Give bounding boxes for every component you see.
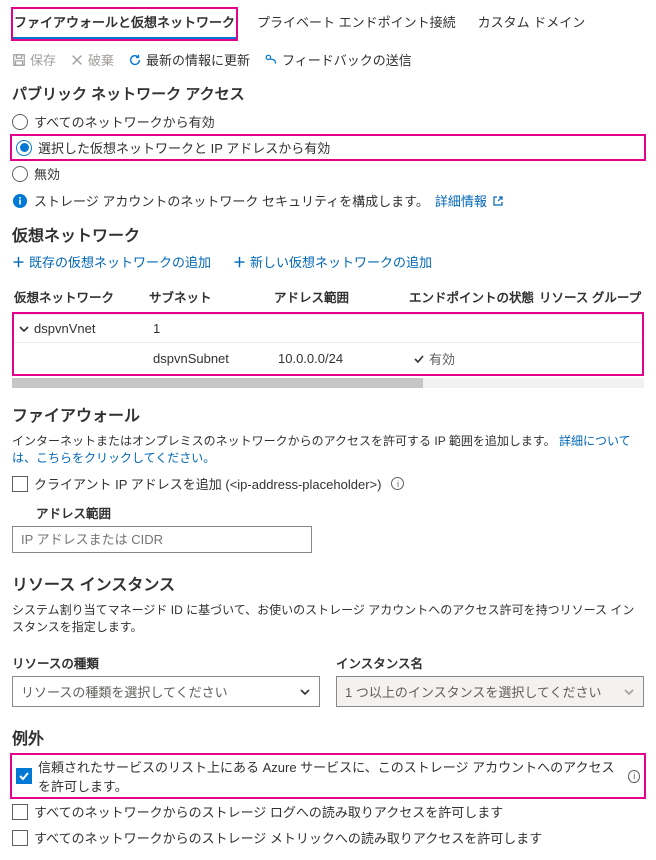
radio-label: 選択した仮想ネットワークと IP アドレスから有効 (38, 138, 330, 157)
subnet-count: 1 (153, 321, 278, 336)
feedback-icon (264, 53, 278, 67)
horizontal-scrollbar[interactable] (12, 378, 644, 388)
discard-label: 破棄 (88, 50, 114, 69)
radio-label: 無効 (34, 164, 60, 183)
toolbar: 保存 破棄 最新の情報に更新 フィードバックの送信 (12, 50, 644, 69)
refresh-icon (128, 53, 142, 67)
close-icon (70, 53, 84, 67)
radio-all-networks[interactable]: すべてのネットワークから有効 (12, 110, 644, 133)
subnet-name: dspvnSubnet (153, 351, 278, 366)
vnet-add-row: ＋既存の仮想ネットワークの追加 ＋新しい仮想ネットワークの追加 (12, 252, 644, 271)
col-range: アドレス範囲 (274, 287, 409, 306)
resource-instances-desc: システム割り当てマネージド ID に基づいて、お使いのストレージ アカウントへの… (12, 601, 644, 635)
endpoint-status: 有効 (413, 349, 455, 368)
read-logs-checkbox[interactable]: すべてのネットワークからのストレージ ログへの読み取りアクセスを許可します (12, 800, 644, 823)
vnet-table-body: dspvnVnet 1 dspvnSubnet 10.0.0.0/24 有効 (12, 312, 644, 376)
discard-button[interactable]: 破棄 (70, 50, 114, 69)
add-existing-vnet-button[interactable]: ＋既存の仮想ネットワークの追加 (12, 252, 211, 271)
address-range-input[interactable] (12, 526, 312, 553)
vnet-name: dspvnVnet (34, 321, 95, 336)
info-icon (12, 193, 28, 209)
tabs: ファイアウォールと仮想ネットワーク プライベート エンドポイント接続 カスタム … (12, 8, 644, 40)
resource-instances-title: リソース インスタンス (12, 571, 644, 595)
instance-name-select[interactable]: 1 つ以上のインスタンスを選択してください (336, 676, 644, 707)
radio-icon (12, 114, 28, 130)
info-row: ストレージ アカウントのネットワーク セキュリティを構成します。 詳細情報 (12, 191, 644, 210)
chevron-down-icon (299, 686, 311, 698)
resource-type-select[interactable]: リソースの種類を選択してください (12, 676, 320, 707)
table-row[interactable]: dspvnVnet 1 (14, 314, 642, 342)
tab-custom-domain[interactable]: カスタム ドメイン (476, 8, 588, 40)
radio-disabled[interactable]: 無効 (12, 162, 644, 185)
checkbox-label: すべてのネットワークからのストレージ ログへの読み取りアクセスを許可します (34, 802, 503, 821)
info-icon[interactable]: i (628, 770, 640, 783)
tab-private-endpoint[interactable]: プライベート エンドポイント接続 (255, 8, 458, 40)
table-row[interactable]: dspvnSubnet 10.0.0.0/24 有効 (14, 342, 642, 374)
info-text: ストレージ アカウントのネットワーク セキュリティを構成します。 (34, 191, 429, 210)
plus-icon: ＋ (12, 252, 25, 271)
checkbox-label: すべてのネットワークからのストレージ メトリックへの読み取りアクセスを許可します (34, 828, 542, 847)
save-icon (12, 53, 26, 67)
exceptions-title: 例外 (12, 725, 644, 749)
checkbox-icon (12, 804, 28, 820)
trusted-services-checkbox[interactable]: 信頼されたサービスのリスト上にある Azure サービスに、このストレージ アカ… (12, 755, 644, 797)
add-client-ip-checkbox[interactable]: クライアント IP アドレスを追加 (<ip-address-placehold… (12, 472, 644, 495)
resource-instance-fields: リソースの種類 リソースの種類を選択してください インスタンス名 1 つ以上のイ… (12, 645, 644, 707)
checkbox-icon (12, 476, 28, 492)
info-icon[interactable]: i (391, 477, 404, 490)
read-metrics-checkbox[interactable]: すべてのネットワークからのストレージ メトリックへの読み取りアクセスを許可します (12, 826, 644, 849)
radio-icon (16, 140, 32, 156)
col-subnet: サブネット (149, 287, 274, 306)
col-endpoint: エンドポイントの状態 (409, 287, 539, 306)
firewall-title: ファイアウォール (12, 402, 644, 426)
chevron-down-icon (623, 686, 635, 698)
refresh-label: 最新の情報に更新 (146, 50, 250, 69)
public-access-title: パブリック ネットワーク アクセス (12, 83, 644, 104)
save-label: 保存 (30, 50, 56, 69)
info-link[interactable]: 詳細情報 (435, 191, 503, 210)
checkbox-icon (12, 830, 28, 846)
vnet-table-header: 仮想ネットワーク サブネット アドレス範囲 エンドポイントの状態 リソース グル… (12, 281, 644, 312)
external-link-icon (493, 196, 503, 206)
checkbox-label: クライアント IP アドレスを追加 (<ip-address-placehold… (34, 474, 381, 493)
firewall-desc: インターネットまたはオンプレミスのネットワークからのアクセスを許可する IP 範… (12, 432, 644, 466)
checkbox-label: 信頼されたサービスのリスト上にある Azure サービスに、このストレージ アカ… (38, 757, 618, 795)
tab-firewall-vnet[interactable]: ファイアウォールと仮想ネットワーク (12, 8, 237, 40)
checkbox-icon (16, 768, 32, 784)
feedback-label: フィードバックの送信 (282, 50, 412, 69)
radio-icon (12, 166, 28, 182)
address-range-label: アドレス範囲 (36, 503, 644, 522)
vnet-title: 仮想ネットワーク (12, 222, 644, 246)
plus-icon: ＋ (233, 252, 246, 271)
instance-name-label: インスタンス名 (336, 653, 644, 672)
radio-label: すべてのネットワークから有効 (34, 112, 215, 131)
refresh-button[interactable]: 最新の情報に更新 (128, 50, 250, 69)
feedback-button[interactable]: フィードバックの送信 (264, 50, 412, 69)
resource-type-label: リソースの種類 (12, 653, 320, 672)
save-button[interactable]: 保存 (12, 50, 56, 69)
chevron-down-icon (18, 323, 30, 335)
col-rg: リソース グループ (539, 287, 642, 306)
radio-selected-networks[interactable]: 選択した仮想ネットワークと IP アドレスから有効 (12, 136, 644, 159)
check-icon (413, 353, 425, 365)
address-range: 10.0.0.0/24 (278, 351, 413, 366)
col-vnet: 仮想ネットワーク (14, 287, 149, 306)
add-new-vnet-button[interactable]: ＋新しい仮想ネットワークの追加 (233, 252, 432, 271)
